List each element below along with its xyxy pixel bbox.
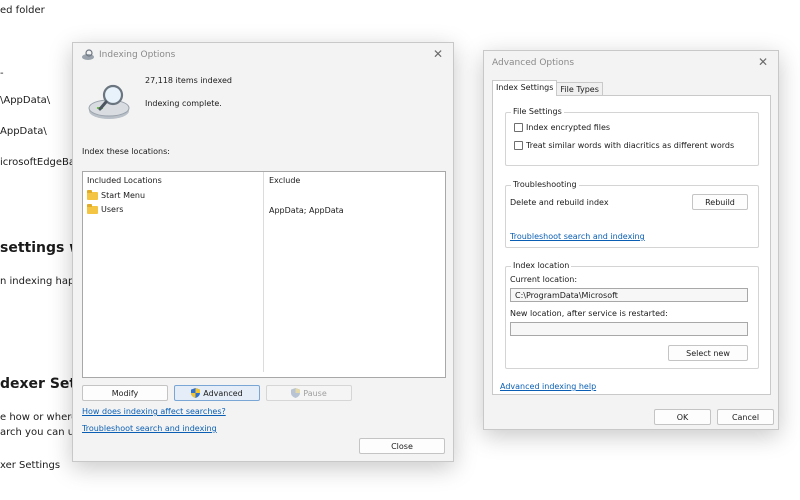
pause-button[interactable]: Pause <box>266 385 352 401</box>
troubleshooting-group: Troubleshooting Delete and rebuild index… <box>505 180 759 248</box>
column-divider[interactable] <box>263 172 264 372</box>
checkbox-label: Treat similar words with diacritics as d… <box>526 141 735 150</box>
pause-label: Pause <box>303 388 327 398</box>
current-location-field[interactable]: C:\ProgramData\Microsoft <box>510 288 748 302</box>
bg-text-edge: icrosoftEdgeBa <box>0 157 76 168</box>
advanced-indexing-help-link[interactable]: Advanced indexing help <box>500 382 596 391</box>
checkbox-box[interactable] <box>514 141 523 150</box>
bg-link-indexer-settings[interactable]: xer Settings <box>0 460 60 471</box>
new-location-field[interactable] <box>510 322 748 336</box>
index-location-title: Index location <box>511 261 572 270</box>
modify-label: Modify <box>111 388 139 398</box>
tab-file-types[interactable]: File Types <box>557 82 603 96</box>
shield-icon <box>191 388 201 398</box>
indexing-magnifier-icon <box>88 84 130 119</box>
rebuild-label: Rebuild <box>705 197 735 207</box>
indexing-options-window: Indexing Options ✕ 27,118 items indexed … <box>72 42 454 462</box>
tab-index-settings[interactable]: Index Settings <box>492 80 558 96</box>
bg-text-folder: ed folder <box>0 5 45 16</box>
advanced-button[interactable]: Advanced <box>174 385 260 401</box>
indexing-titlebar[interactable]: Indexing Options <box>73 43 453 67</box>
bg-text-dash: - <box>0 68 4 79</box>
cancel-label: Cancel <box>731 412 760 422</box>
advanced-label: Advanced <box>203 388 243 398</box>
advanced-troubleshoot-link[interactable]: Troubleshoot search and indexing <box>510 232 645 241</box>
indexing-app-icon <box>82 49 94 60</box>
cancel-button[interactable]: Cancel <box>717 409 774 425</box>
troubleshoot-link[interactable]: Troubleshoot search and indexing <box>82 424 217 433</box>
how-indexing-affects-link[interactable]: How does indexing affect searches? <box>82 407 226 416</box>
advanced-tabs: Index Settings File Types <box>492 80 603 96</box>
index-settings-panel: File Settings Index encrypted files Trea… <box>492 95 771 395</box>
close-button[interactable]: Close <box>359 438 445 454</box>
checkbox-box[interactable] <box>514 123 523 132</box>
diacritics-checkbox[interactable]: Treat similar words with diacritics as d… <box>514 141 734 150</box>
folder-icon <box>87 203 98 214</box>
location-row-users[interactable]: Users <box>87 203 124 214</box>
column-header-included[interactable]: Included Locations <box>87 176 162 185</box>
bg-text-appdata-2: AppData\ <box>0 126 47 137</box>
checkbox-label: Index encrypted files <box>526 123 611 132</box>
index-locations-label: Index these locations: <box>82 147 170 156</box>
bg-text-indexing: n indexing happ <box>0 276 81 287</box>
bg-text-appdata-1: \AppData\ <box>0 95 51 106</box>
folder-icon <box>87 189 98 200</box>
index-locations-list[interactable]: Included Locations Exclude Start Menu Us… <box>82 171 446 378</box>
current-location-label: Current location: <box>510 275 578 284</box>
index-location-group: Index location Current location: C:\Prog… <box>505 261 759 369</box>
advanced-options-window: Advanced Options ✕ Index Settings File T… <box>483 50 779 430</box>
file-settings-group: File Settings Index encrypted files Trea… <box>505 107 759 166</box>
indexing-close-icon[interactable]: ✕ <box>431 47 445 61</box>
select-new-label: Select new <box>686 348 730 358</box>
delete-rebuild-label: Delete and rebuild index <box>510 198 609 207</box>
new-location-label: New location, after service is restarted… <box>510 309 668 318</box>
indexing-status: Indexing complete. <box>145 99 222 108</box>
index-encrypted-checkbox[interactable]: Index encrypted files <box>514 123 610 132</box>
indexing-title: Indexing Options <box>99 50 176 60</box>
select-new-button[interactable]: Select new <box>668 345 748 361</box>
rebuild-button[interactable]: Rebuild <box>692 194 748 210</box>
modify-button[interactable]: Modify <box>82 385 168 401</box>
advanced-titlebar[interactable]: Advanced Options <box>484 51 778 75</box>
location-exclude-users: AppData; AppData <box>269 206 344 215</box>
troubleshooting-title: Troubleshooting <box>511 180 579 189</box>
location-name: Start Menu <box>101 191 146 200</box>
advanced-title: Advanced Options <box>492 58 575 68</box>
advanced-close-icon[interactable]: ✕ <box>756 55 770 69</box>
location-name: Users <box>101 205 124 214</box>
bg-text-search: arch you can us <box>0 427 80 438</box>
shield-icon <box>291 388 301 398</box>
ok-label: OK <box>676 412 689 422</box>
bg-text-how: e how or where <box>0 412 78 423</box>
close-label: Close <box>391 441 413 451</box>
file-settings-title: File Settings <box>511 107 564 116</box>
location-row-start-menu[interactable]: Start Menu <box>87 189 146 200</box>
ok-button[interactable]: OK <box>654 409 711 425</box>
column-header-exclude[interactable]: Exclude <box>269 176 300 185</box>
items-indexed-count: 27,118 items indexed <box>145 76 232 85</box>
